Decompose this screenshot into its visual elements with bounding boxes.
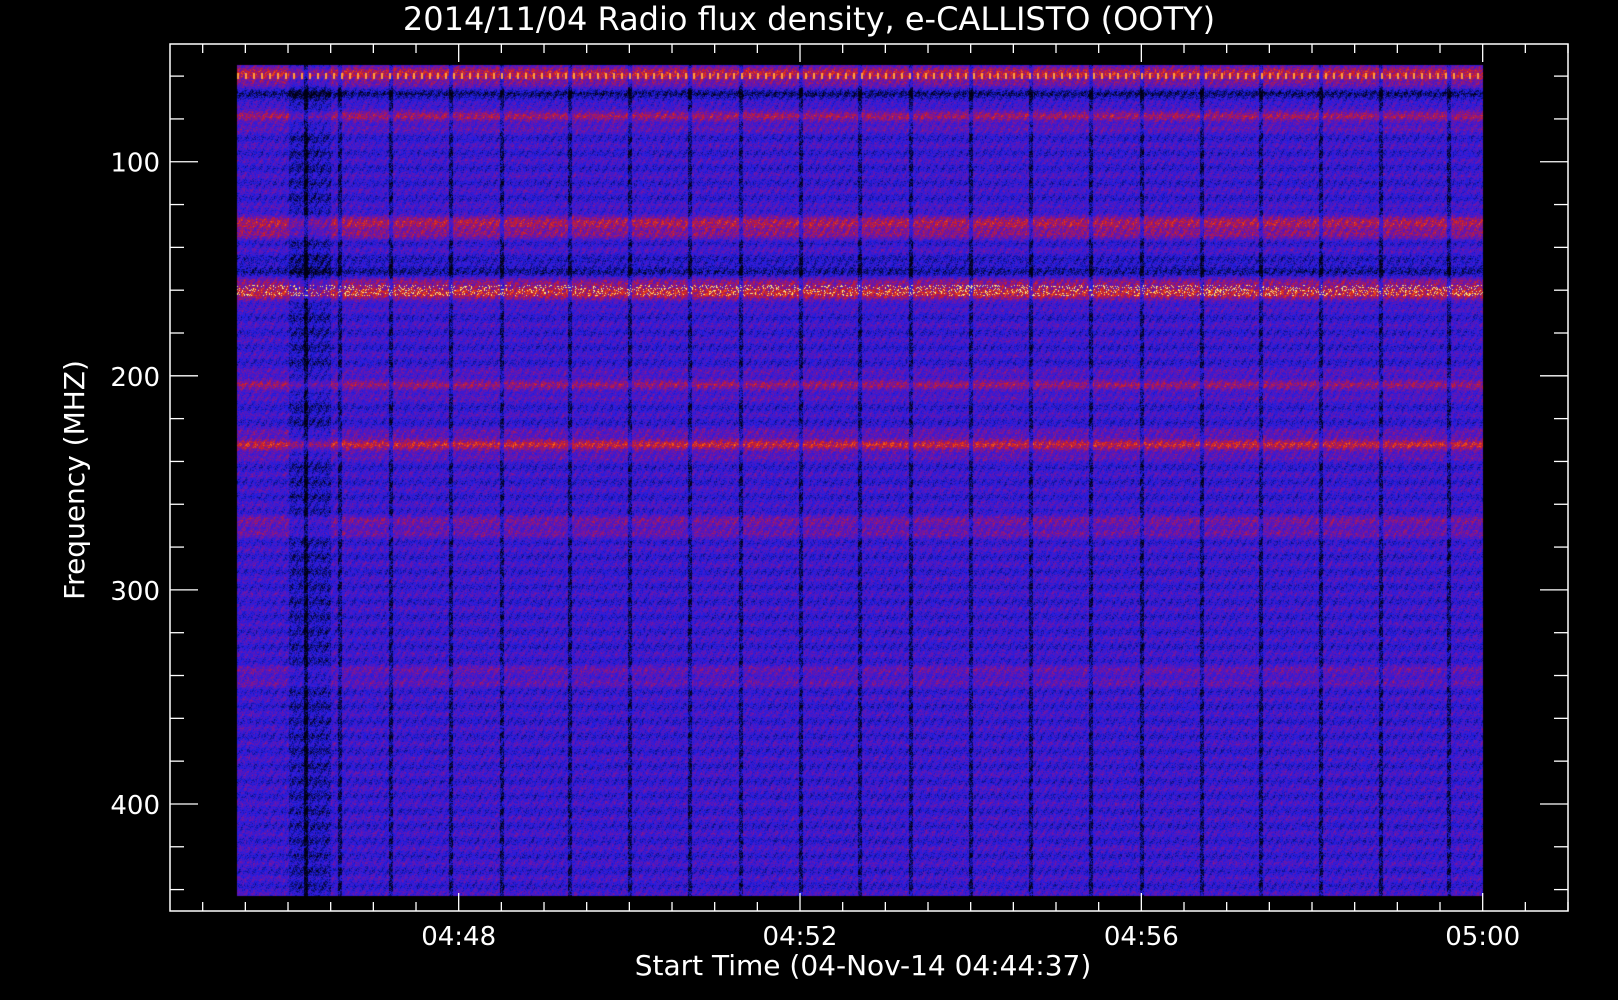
y-tick-label: 400: [110, 791, 160, 821]
x-tick-label: 04:48: [421, 922, 496, 952]
spectrogram-chart: 04:48 04:52 04:56 05:00 100 200 300 400 2014/11…: [0, 0, 1618, 1000]
x-tick-label: 04:52: [763, 922, 838, 952]
y-axis-label: Frequency (MHZ): [58, 360, 91, 600]
spectrogram-heatmap: [0, 0, 1618, 1000]
y-tick-label: 100: [110, 149, 160, 179]
x-tick-label: 05:00: [1445, 922, 1520, 952]
y-tick-label: 300: [110, 577, 160, 607]
x-axis-label: Start Time (04-Nov-14 04:44:37): [635, 949, 1092, 982]
chart-title: 2014/11/04 Radio flux density, e-CALLIST…: [403, 0, 1215, 38]
y-tick-label: 200: [110, 363, 160, 393]
x-tick-label: 04:56: [1104, 922, 1179, 952]
heatmap-layer: [0, 0, 1618, 1000]
